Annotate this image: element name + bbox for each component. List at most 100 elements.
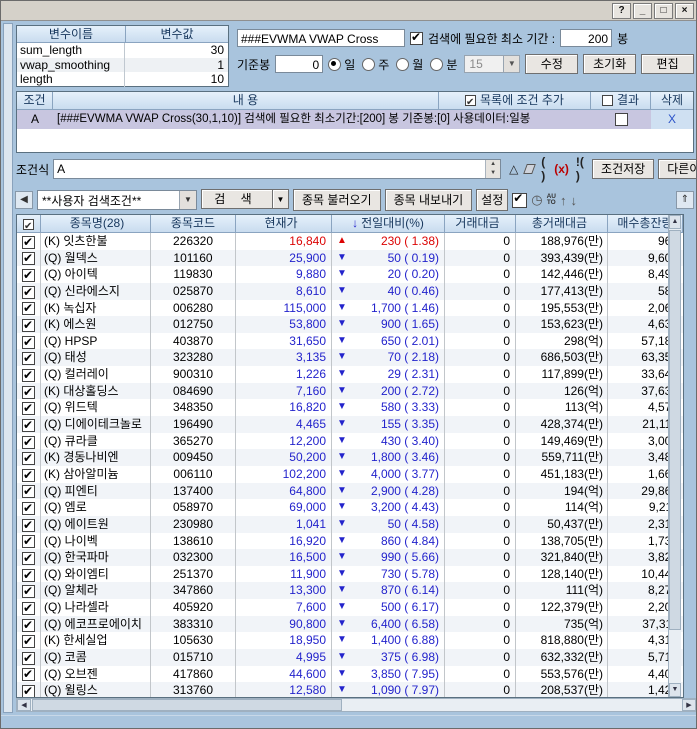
row-checkbox[interactable] [22,302,35,315]
row-checkbox[interactable] [22,236,35,249]
period-radio-week[interactable]: 주 [362,56,389,73]
row-checkbox[interactable] [22,652,35,665]
help-icon[interactable]: ? [612,3,631,19]
row-checkbox[interactable] [22,619,35,632]
condition-result-cell[interactable] [591,110,651,129]
table-row[interactable]: (K) 잇츠한불 226320 16,840 ▲230 ( 1.38) 0 18… [17,233,683,250]
table-row[interactable]: (Q) 오브젠 417860 44,600 ▼3,850 ( 7.95) 0 5… [17,666,683,683]
expand-panel-icon[interactable]: ⇑ [676,191,694,209]
collapse-left-icon[interactable]: ◀ [15,191,33,209]
min-period-checkbox[interactable] [410,32,423,45]
table-row[interactable]: (Q) 한국파마 032300 16,500 ▼990 ( 5.66) 0 32… [17,549,683,566]
horizontal-scrollbar[interactable]: ◀ ▶ [16,698,697,712]
minute-select[interactable]: 15 ▼ [464,55,520,73]
row-checkbox[interactable] [22,319,35,332]
row-checkbox[interactable] [22,369,35,382]
row-checkbox[interactable] [22,336,35,349]
sort-up-icon[interactable]: ↑ [560,193,567,208]
table-row[interactable]: (Q) 태성 323280 3,135 ▼70 ( 2.18) 0 686,50… [17,349,683,366]
result-checkbox[interactable] [602,95,613,106]
base-bar-input[interactable]: 0 [275,55,323,73]
conditions-col-result[interactable]: 결과 [591,92,651,109]
table-row[interactable]: (Q) 나라셀라 405920 7,600 ▼500 ( 6.17) 0 122… [17,599,683,616]
row-checkbox[interactable] [22,419,35,432]
row-checkbox[interactable] [22,552,35,565]
save-as-button[interactable]: 다른이름으로저장 [658,159,697,179]
row-checkbox[interactable] [22,452,35,465]
row-checkbox[interactable] [22,569,35,582]
table-row[interactable]: (Q) 피엔티 137400 64,800 ▼2,900 ( 4.28) 0 1… [17,483,683,500]
table-row[interactable]: (Q) 와이엠티 251370 11,900 ▼730 ( 5.78) 0 12… [17,566,683,583]
settings-button[interactable]: 설정 [476,189,508,211]
spinner-icons[interactable]: ▲▼ [485,160,500,178]
scroll-down-icon[interactable]: ▼ [669,683,681,697]
table-row[interactable]: (Q) 알체라 347860 13,300 ▼870 ( 6.14) 0 111… [17,582,683,599]
row-checkbox[interactable] [22,668,35,681]
triangle-icon[interactable]: △ [509,162,518,176]
row-checkbox[interactable] [22,519,35,532]
period-radio-month[interactable]: 월 [396,56,423,73]
conditions-col-add[interactable]: 목록에 조건 추가 [439,92,591,109]
table-row[interactable]: (K) 경동나비엔 009450 50,200 ▼1,800 ( 3.46) 0… [17,449,683,466]
condition-delete-button[interactable]: X [651,110,693,129]
table-row[interactable]: (K) 에스원 012750 53,800 ▼900 ( 1.65) 0 153… [17,316,683,333]
scroll-right-icon[interactable]: ▶ [682,699,696,711]
parens-icon[interactable]: ( ) [541,155,547,183]
spinner-up-icon[interactable]: ▲ [486,160,500,169]
row-checkbox[interactable] [22,436,35,449]
condition-result-checkbox[interactable] [615,113,628,126]
horizontal-scroll-thumb[interactable] [32,699,342,711]
formula-name-input[interactable]: ###EVWMA VWAP Cross [237,29,405,47]
col-change[interactable]: ↓전일대비(%) [332,215,445,232]
row-checkbox[interactable] [22,352,35,365]
vertical-scroll-thumb[interactable] [669,230,681,630]
table-row[interactable]: (Q) 디에이테크놀로 196490 4,465 ▼155 ( 3.35) 0 … [17,416,683,433]
table-row[interactable]: (Q) 월덱스 101160 25,900 ▼50 ( 0.19) 0 393,… [17,250,683,267]
min-period-input[interactable]: 200 [560,29,612,47]
realtime-checkbox[interactable] [512,193,527,208]
vertical-scrollbar[interactable]: ▲ ▼ [668,215,681,697]
table-row[interactable]: (Q) 신라에스지 025870 8,610 ▼40 ( 0.46) 0 177… [17,283,683,300]
row-checkbox[interactable] [22,286,35,299]
condition-row[interactable]: A [###EVWMA VWAP Cross(30,1,10)] 검색에 필요한… [17,110,693,129]
table-row[interactable]: (Q) 에이트원 230980 1,041 ▼50 ( 4.58) 0 50,4… [17,516,683,533]
row-checkbox[interactable] [22,685,35,698]
maximize-icon[interactable]: □ [654,3,673,19]
expression-input[interactable]: A ▲▼ [53,159,501,179]
table-row[interactable]: (Q) 컬러레이 900310 1,226 ▼29 ( 2.31) 0 117,… [17,366,683,383]
col-name[interactable]: 종목명(28) [41,215,151,232]
table-row[interactable]: (Q) 에코프로에이치 383310 90,800 ▼6,400 ( 6.58)… [17,616,683,633]
table-row[interactable]: (K) 한세실업 105630 18,950 ▼1,400 ( 6.88) 0 … [17,632,683,649]
eraser-icon[interactable] [524,164,537,174]
row-checkbox[interactable] [22,502,35,515]
table-row[interactable]: (Q) 아이텍 119830 9,880 ▼20 ( 0.20) 0 142,4… [17,266,683,283]
parens-x-icon[interactable]: (x) [554,162,569,176]
left-splitter[interactable] [3,23,13,713]
table-row[interactable]: (K) 녹십자 006280 115,000 ▼1,700 ( 1.46) 0 … [17,300,683,317]
load-stocks-button[interactable]: 종목 불러오기 [293,189,381,211]
edit-button[interactable]: 편집 [641,54,694,74]
variable-row[interactable]: vwap_smoothing1 [17,58,228,73]
select-all-checkbox-cell[interactable] [17,215,41,232]
variable-row[interactable]: length10 [17,72,228,87]
table-row[interactable]: (Q) 코콤 015710 4,995 ▼375 ( 6.98) 0 632,3… [17,649,683,666]
table-row[interactable]: (K) 대상홀딩스 084690 7,160 ▼200 ( 2.72) 0 12… [17,383,683,400]
search-button[interactable]: 검 색 [201,189,273,209]
sort-down-icon[interactable]: ↓ [570,193,577,208]
auto-icon[interactable]: AUTO [547,194,556,206]
row-checkbox[interactable] [22,602,35,615]
row-checkbox[interactable] [22,485,35,498]
modify-button[interactable]: 수정 [525,54,578,74]
table-row[interactable]: (Q) 큐라클 365270 12,200 ▼430 ( 3.40) 0 149… [17,433,683,450]
close-icon[interactable]: × [675,3,694,19]
col-code[interactable]: 종목코드 [151,215,236,232]
col-volume[interactable]: 거래대금 [445,215,516,232]
export-stocks-button[interactable]: 종목 내보내기 [385,189,473,211]
preset-select[interactable]: **사용자 검색조건** ▼ [37,190,197,210]
not-parens-icon[interactable]: !( ) [576,155,584,183]
reset-button[interactable]: 초기화 [583,54,636,74]
select-all-checkbox[interactable] [23,219,34,230]
table-row[interactable]: (Q) HPSP 403870 31,650 ▼650 ( 2.01) 0 29… [17,333,683,350]
table-row[interactable]: (Q) 윌링스 313760 12,580 ▼1,090 ( 7.97) 0 2… [17,682,683,698]
row-checkbox[interactable] [22,585,35,598]
